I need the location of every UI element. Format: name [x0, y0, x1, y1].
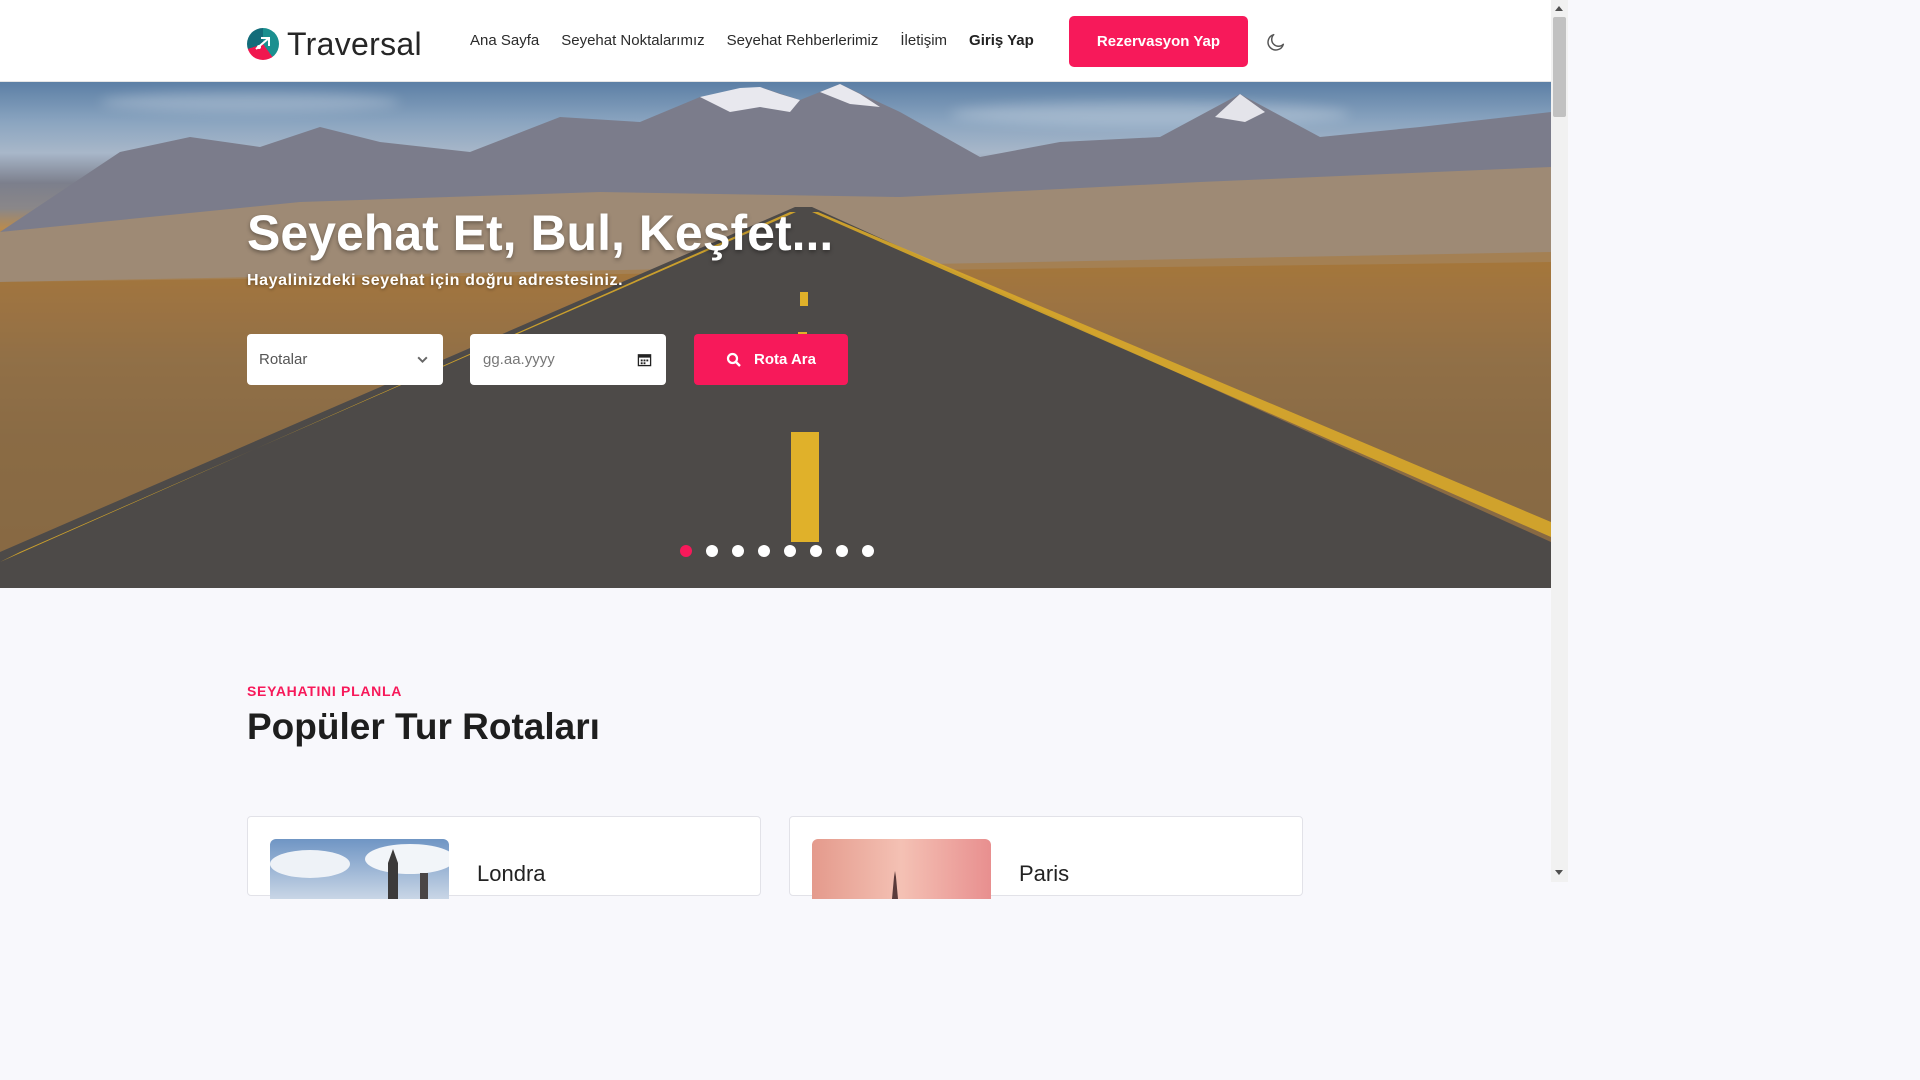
tour-card-image	[812, 839, 991, 899]
route-select-value: Rotalar	[259, 351, 308, 368]
section-tag: SEYAHATINI PLANLA	[247, 683, 403, 699]
slider-dot[interactable]	[680, 545, 692, 557]
logo-icon	[247, 28, 279, 60]
slider-dot[interactable]	[784, 545, 796, 557]
slider-dots	[680, 545, 874, 557]
slider-dot[interactable]	[706, 545, 718, 557]
nav-item-destinations[interactable]: Seyehat Noktalarımız	[561, 32, 704, 49]
search-icon	[726, 352, 741, 367]
tour-card-title: Londra	[477, 861, 546, 886]
date-placeholder: gg.aa.yyyy	[483, 351, 555, 368]
date-input[interactable]: gg.aa.yyyy	[470, 334, 666, 385]
slider-dot[interactable]	[862, 545, 874, 557]
hero-slider: Seyehat Et, Bul, Keşfet... Hayalinizdeki…	[0, 82, 1551, 588]
brand-name: Traversal	[287, 26, 422, 62]
section-title: Popüler Tur Rotaları	[247, 706, 600, 747]
slider-dot[interactable]	[732, 545, 744, 557]
tour-card-london[interactable]: Londra	[247, 816, 761, 899]
nav-item-contact[interactable]: İletişim	[900, 32, 947, 49]
reserve-button[interactable]: Rezervasyon Yap	[1069, 16, 1248, 67]
slider-dot[interactable]	[810, 545, 822, 557]
route-select[interactable]: Rotalar	[247, 334, 443, 385]
scroll-up-icon[interactable]	[1555, 6, 1563, 11]
main-nav: Ana Sayfa Seyehat Noktalarımız Seyehat R…	[470, 32, 1034, 49]
nav-item-login[interactable]: Giriş Yap	[969, 32, 1034, 49]
tour-card-paris[interactable]: Paris	[789, 816, 1303, 899]
site-header: Traversal Ana Sayfa Seyehat Noktalarımız…	[0, 0, 1551, 82]
moon-icon[interactable]	[1265, 31, 1287, 53]
search-route-label: Rota Ara	[754, 351, 816, 368]
slider-dot[interactable]	[836, 545, 848, 557]
nav-item-guides[interactable]: Seyehat Rehberlerimiz	[727, 32, 879, 49]
tour-card-title: Paris	[1019, 861, 1070, 886]
scroll-thumb[interactable]	[1553, 17, 1566, 117]
slider-dot[interactable]	[758, 545, 770, 557]
page-scrollbar[interactable]	[1551, 0, 1568, 882]
scroll-down-icon[interactable]	[1555, 870, 1563, 875]
calendar-icon[interactable]	[637, 352, 652, 367]
brand-logo[interactable]: Traversal	[247, 26, 422, 62]
nav-item-home[interactable]: Ana Sayfa	[470, 32, 539, 49]
hero-subtitle: Hayalinizdeki seyehat için doğru adreste…	[247, 272, 624, 289]
tour-card-image	[270, 839, 449, 899]
hero-title: Seyehat Et, Bul, Keşfet...	[247, 205, 834, 261]
chevron-down-icon	[417, 356, 428, 364]
search-route-button[interactable]: Rota Ara	[694, 334, 848, 385]
